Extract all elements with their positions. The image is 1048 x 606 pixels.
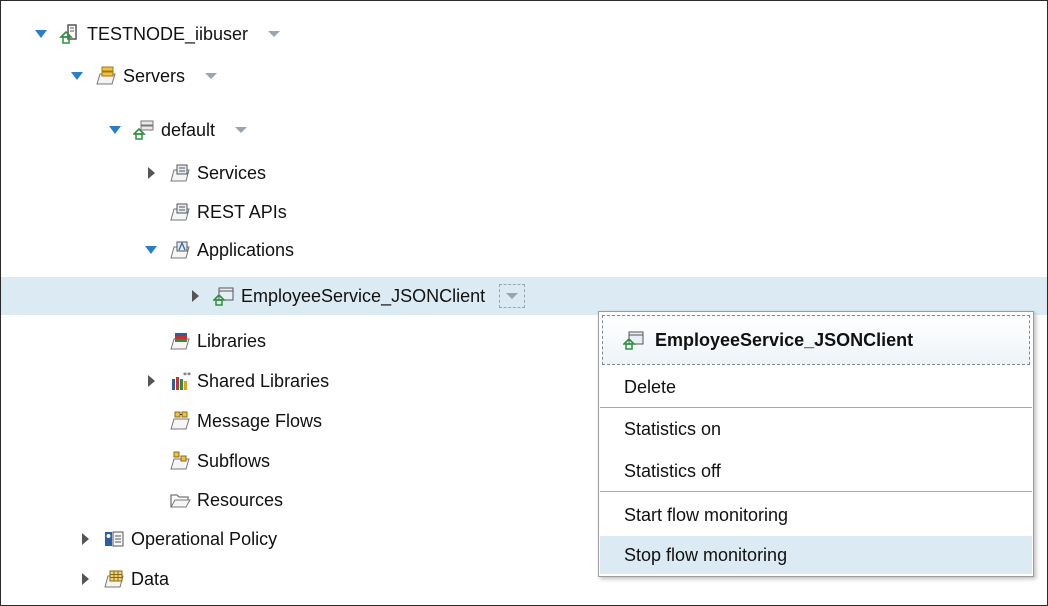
svg-text:**: ** bbox=[183, 371, 191, 380]
menu-item-statistics-on[interactable]: Statistics on bbox=[600, 410, 1032, 448]
shared-libraries-label: Shared Libraries bbox=[197, 370, 330, 391]
menu-item-start-flow-monitoring[interactable]: Start flow monitoring bbox=[600, 496, 1032, 534]
services-label: Services bbox=[197, 162, 267, 183]
tree-row-servers[interactable]: Servers bbox=[1, 57, 1047, 95]
shared-libraries-icon: ** bbox=[169, 370, 191, 392]
operational-policy-label: Operational Policy bbox=[131, 528, 278, 549]
tree-row-services[interactable]: Services bbox=[1, 154, 1047, 192]
collapsed-twisty-icon[interactable] bbox=[75, 529, 95, 549]
integration-node-icon bbox=[59, 23, 81, 45]
tree-row-node[interactable]: TESTNODE_iibuser bbox=[1, 15, 1047, 53]
applications-folder-icon bbox=[169, 239, 191, 261]
application-icon bbox=[213, 285, 235, 307]
servers-label: Servers bbox=[123, 65, 186, 86]
application-icon bbox=[623, 329, 645, 351]
integration-explorer-tree: TESTNODE_iibuser Servers default Service… bbox=[0, 0, 1048, 606]
node-menu-chevron-down-icon[interactable] bbox=[262, 24, 286, 44]
server-default-label: default bbox=[161, 119, 216, 140]
context-menu-title: EmployeeService_JSONClient bbox=[655, 329, 914, 350]
context-menu-header: EmployeeService_JSONClient bbox=[602, 315, 1030, 365]
rest-apis-folder-icon bbox=[169, 201, 191, 223]
node-label: TESTNODE_iibuser bbox=[87, 23, 249, 44]
servers-menu-chevron-down-icon[interactable] bbox=[199, 66, 223, 86]
collapsed-twisty-icon[interactable] bbox=[141, 163, 161, 183]
libraries-label: Libraries bbox=[197, 330, 267, 351]
application-menu-chevron-down-icon[interactable] bbox=[499, 284, 526, 308]
expanded-twisty-icon[interactable] bbox=[105, 120, 125, 140]
message-flows-label: Message Flows bbox=[197, 410, 323, 431]
collapsed-twisty-icon[interactable] bbox=[75, 569, 95, 589]
application-label: EmployeeService_JSONClient bbox=[241, 285, 486, 306]
collapsed-twisty-icon[interactable] bbox=[141, 371, 161, 391]
operational-policy-icon bbox=[103, 528, 125, 550]
server-menu-chevron-down-icon[interactable] bbox=[229, 120, 253, 140]
integration-server-icon bbox=[133, 119, 155, 141]
services-folder-icon bbox=[169, 162, 191, 184]
subflows-folder-icon bbox=[169, 450, 191, 472]
tree-row-server-default[interactable]: default bbox=[1, 111, 1047, 149]
tree-row-applications[interactable]: Applications bbox=[1, 231, 1047, 269]
context-menu: EmployeeService_JSONClient Delete Statis… bbox=[598, 311, 1034, 577]
message-flows-folder-icon bbox=[169, 410, 191, 432]
subflows-label: Subflows bbox=[197, 450, 271, 471]
tree-row-rest-apis[interactable]: REST APIs bbox=[1, 193, 1047, 231]
menu-item-stop-flow-monitoring[interactable]: Stop flow monitoring bbox=[600, 536, 1032, 574]
expanded-twisty-icon[interactable] bbox=[141, 240, 161, 260]
libraries-folder-icon bbox=[169, 330, 191, 352]
data-label: Data bbox=[131, 568, 170, 589]
expanded-twisty-icon[interactable] bbox=[31, 24, 51, 44]
menu-separator bbox=[600, 407, 1032, 408]
resources-label: Resources bbox=[197, 489, 284, 510]
expanded-twisty-icon[interactable] bbox=[67, 66, 87, 86]
servers-icon bbox=[95, 65, 117, 87]
collapsed-twisty-icon[interactable] bbox=[185, 286, 205, 306]
menu-separator bbox=[600, 491, 1032, 492]
menu-item-delete[interactable]: Delete bbox=[600, 368, 1032, 406]
tree-row-application-selected[interactable]: EmployeeService_JSONClient bbox=[1, 277, 1047, 315]
rest-apis-label: REST APIs bbox=[197, 201, 287, 222]
applications-label: Applications bbox=[197, 239, 295, 260]
data-folder-icon bbox=[103, 568, 125, 590]
menu-item-statistics-off[interactable]: Statistics off bbox=[600, 452, 1032, 490]
resources-folder-icon bbox=[169, 489, 191, 511]
